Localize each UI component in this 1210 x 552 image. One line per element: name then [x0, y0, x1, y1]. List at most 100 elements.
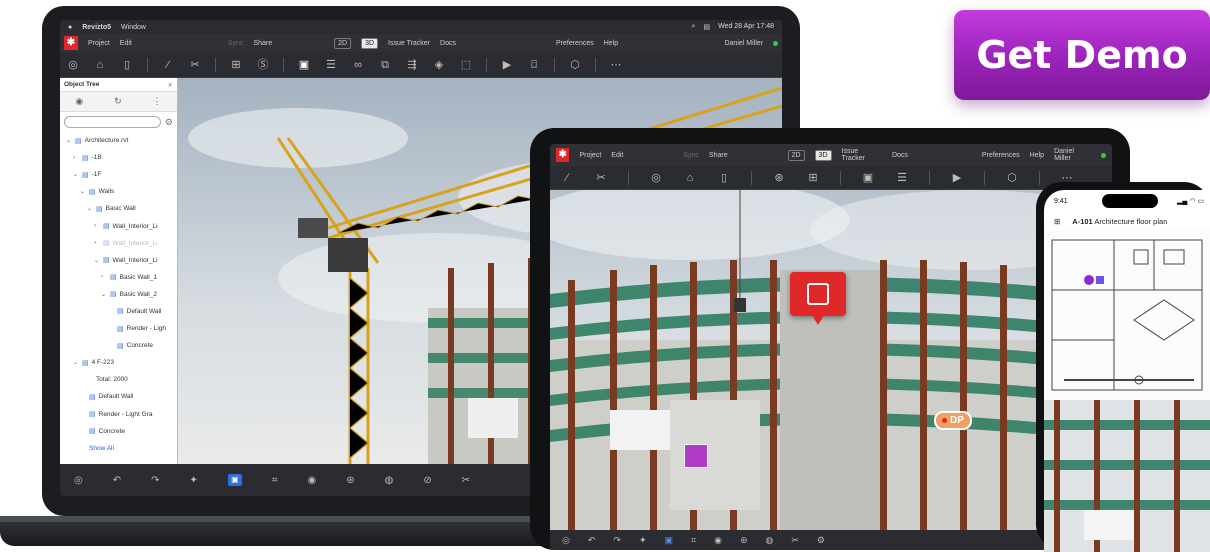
undo-icon[interactable]: ↶ [588, 535, 596, 546]
chevron-down-icon[interactable]: ⌄ [101, 291, 107, 298]
ruler-icon[interactable]: ⁄ [161, 58, 175, 72]
tree-item[interactable]: › ▤ Wall_Interior_Li [60, 235, 177, 252]
walk-mode-icon[interactable]: ✦ [639, 535, 647, 546]
section-icon[interactable]: ✂ [462, 475, 470, 486]
location-pin-icon[interactable]: ◎ [66, 58, 80, 72]
filter-icon[interactable]: ⇶ [405, 58, 419, 72]
user-name[interactable]: Daniel Miller [1054, 148, 1091, 162]
issue-pin-3d-icon[interactable] [790, 272, 846, 325]
ruler-icon[interactable]: ⁄ [560, 171, 574, 185]
tree-item[interactable]: ▤ Render - Ligh [60, 320, 177, 337]
tree-item[interactable]: › ▤ Basic Wall_1 [60, 269, 177, 286]
markup-marker-icon[interactable] [684, 444, 708, 468]
presentation-icon[interactable]: ▶ [950, 171, 964, 185]
mode-3d-toggle[interactable]: 3D [814, 149, 832, 161]
chevron-right-icon[interactable]: › [73, 155, 79, 161]
tree-item[interactable]: ▤ Default Wall [60, 303, 177, 320]
apple-icon[interactable]: ● [68, 24, 72, 31]
3d-cube-icon[interactable]: ⬡ [568, 58, 582, 72]
paint-bucket-icon[interactable]: ◈ [432, 58, 446, 72]
hide-icon[interactable]: ⊘ [423, 475, 431, 486]
sheet-list-icon[interactable]: ⊞ [1054, 217, 1060, 226]
section-cut-icon[interactable]: ✂ [594, 171, 608, 185]
menu-docs[interactable]: Docs [440, 40, 456, 47]
tablet-icon[interactable]: ▯ [120, 58, 134, 72]
fit-view-icon[interactable]: ⌗ [272, 475, 278, 486]
properties-icon[interactable]: ☰ [324, 58, 338, 72]
settings-icon[interactable]: ⚙ [817, 535, 825, 546]
settings-gear-icon[interactable]: ⚙ [165, 117, 173, 128]
menu-help[interactable]: Help [1030, 152, 1044, 159]
menu-edit[interactable]: Edit [120, 40, 132, 47]
location-icon[interactable]: ◎ [74, 475, 83, 486]
mode-2d-toggle[interactable]: 2D [787, 149, 805, 161]
clash-icon[interactable]: ⊛ [346, 475, 354, 486]
ghost-icon[interactable]: ◍ [385, 475, 394, 486]
get-demo-button[interactable]: Get Demo [954, 10, 1210, 100]
tree-item[interactable]: ⌄ ▤ -1F [60, 166, 177, 183]
3d-cube-icon[interactable]: ⬡ [1005, 171, 1019, 185]
close-icon[interactable]: ✕ [168, 81, 173, 89]
more-options-icon[interactable]: ⋯ [609, 58, 623, 72]
menu-share[interactable]: Share [709, 152, 728, 159]
search-issue-icon[interactable]: ⊛ [772, 171, 786, 185]
tree-item[interactable]: › ▤ Wall_Interior_Li [60, 217, 177, 234]
mac-app-name[interactable]: Revizto5 [82, 24, 111, 31]
orbit-mode-icon[interactable]: ▣ [227, 474, 242, 486]
object-tree-icon[interactable]: ▣ [297, 58, 311, 72]
properties-icon[interactable]: ☰ [895, 171, 909, 185]
search-icon[interactable]: ⌕ [692, 23, 696, 31]
chevron-right-icon[interactable]: › [94, 240, 100, 246]
fit-view-icon[interactable]: ⌗ [691, 535, 696, 546]
tree-item[interactable]: ⌄ ▤ Basic Wall_2 [60, 286, 177, 303]
tree-item[interactable]: ▤ Concrete [60, 423, 177, 440]
user-name[interactable]: Daniel Miller [724, 40, 763, 47]
mode-2d-toggle[interactable]: 2D [334, 37, 352, 49]
menu-edit[interactable]: Edit [611, 152, 623, 159]
redo-icon[interactable]: ↷ [151, 475, 159, 486]
chevron-right-icon[interactable]: › [101, 274, 107, 280]
redo-icon[interactable]: ↷ [613, 535, 621, 546]
chevron-down-icon[interactable]: ⌄ [80, 188, 86, 195]
tree-item[interactable]: ⌄ ▤ Walls [60, 183, 177, 200]
tree-item[interactable]: ▤ Concrete [60, 337, 177, 354]
section-icon[interactable]: ✂ [791, 535, 799, 546]
section-cut-icon[interactable]: ✂ [188, 58, 202, 72]
visibility-eye-icon[interactable]: ◉ [75, 96, 83, 107]
orbit-mode-icon[interactable]: ▣ [665, 535, 674, 546]
walk-mode-icon[interactable]: ✦ [190, 475, 198, 486]
tree-item[interactable]: Total: 2000 [60, 371, 177, 388]
visibility-icon[interactable]: ◉ [308, 475, 317, 486]
menu-docs[interactable]: Docs [892, 152, 908, 159]
tree-search-input[interactable] [64, 116, 161, 128]
floor-plan-drawing[interactable] [1044, 230, 1210, 400]
camera-view-icon[interactable]: ⌂ [683, 171, 697, 185]
tablet-icon[interactable]: ▯ [717, 171, 731, 185]
reset-icon[interactable]: ↻ [114, 96, 122, 107]
clash-icon[interactable]: ⊛ [740, 535, 748, 546]
add-comment-icon[interactable]: ⊞ [806, 171, 820, 185]
control-center-icon[interactable]: ▤ [703, 23, 710, 31]
undo-icon[interactable]: ↶ [113, 475, 121, 486]
issue-tag[interactable]: DP [934, 411, 972, 430]
menu-project[interactable]: Project [88, 40, 110, 47]
menu-preferences[interactable]: Preferences [982, 152, 1020, 159]
tree-item[interactable]: ▤ Render - Light Gra [60, 406, 177, 423]
stamp-icon[interactable]: Ⓢ [256, 58, 270, 72]
camera-icon[interactable]: ⌼ [527, 58, 541, 72]
chevron-down-icon[interactable]: ⌄ [94, 257, 100, 264]
tree-menu-icon[interactable]: ⋮ [153, 96, 162, 107]
tree-item[interactable]: ▤ Default Wall [60, 388, 177, 405]
menu-help[interactable]: Help [604, 40, 618, 47]
tablet-3d-viewport[interactable]: DP [550, 190, 1112, 530]
tree-item[interactable]: ⌄ ▤ Architecture.rvt [60, 132, 177, 149]
menu-sync[interactable]: Sync [228, 40, 244, 47]
tree-item[interactable]: ⌄ ▤ 4 F-223 [60, 354, 177, 371]
object-tree-icon[interactable]: ▣ [861, 171, 875, 185]
tree-item[interactable]: › ▤ -1B [60, 149, 177, 166]
menu-issue-tracker[interactable]: Issue Tracker [842, 148, 882, 162]
model-view-icon[interactable]: ⬚ [459, 58, 473, 72]
menu-project[interactable]: Project [579, 152, 601, 159]
ghost-icon[interactable]: ◍ [766, 535, 774, 546]
mode-3d-toggle[interactable]: 3D [361, 37, 379, 49]
